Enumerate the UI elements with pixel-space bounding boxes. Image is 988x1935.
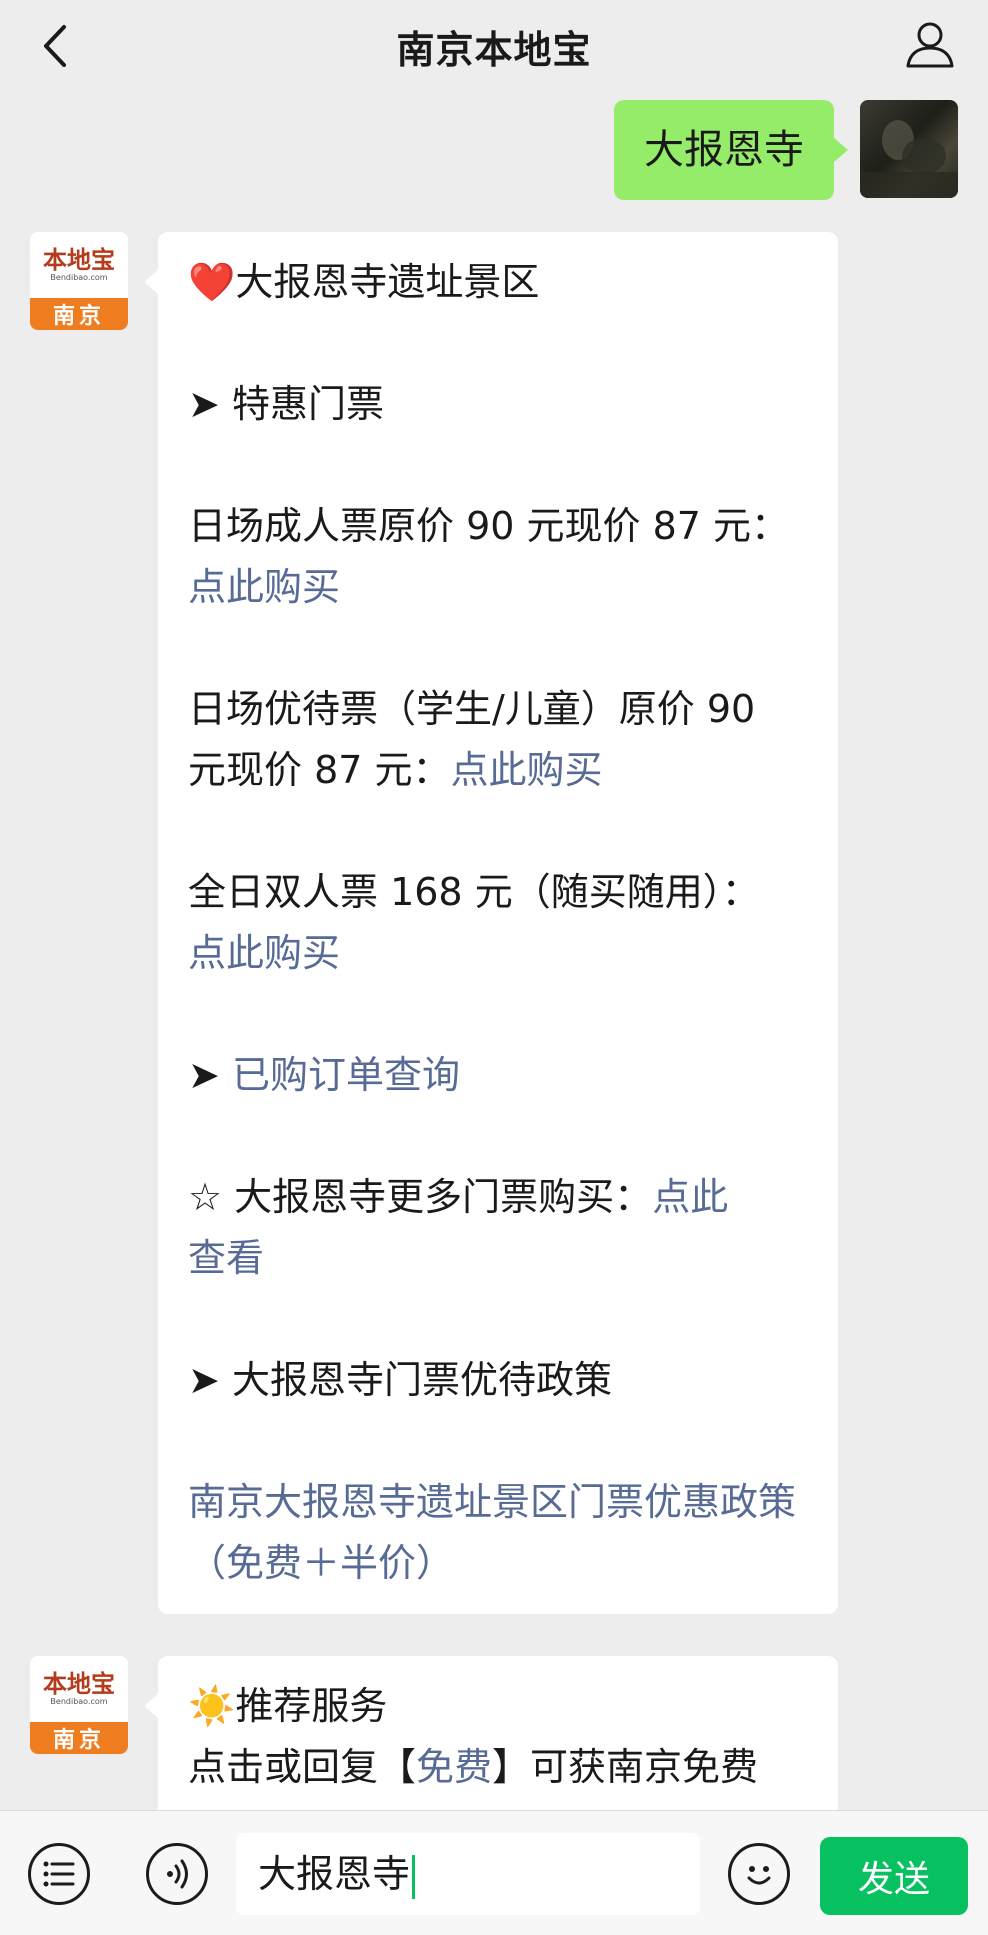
- bot-avatar[interactable]: 本地宝 Bendibao.com 南京: [30, 1656, 128, 1754]
- adult-ticket-line: 日场成人票原价 90 元现价 87 元：: [188, 496, 808, 557]
- user-avatar[interactable]: [860, 100, 958, 198]
- buy-link[interactable]: 点此购买: [188, 565, 340, 609]
- recommend-text-b: 】可获南京免费: [492, 1745, 759, 1789]
- double-ticket-line: 全日双人票 168 元（随买随用）：: [188, 862, 808, 923]
- buy-link[interactable]: 点此购买: [188, 931, 340, 975]
- message-input[interactable]: 大报恩寺: [236, 1833, 700, 1915]
- more-tickets-link[interactable]: 点此: [652, 1175, 728, 1219]
- discount-ticket-text: 日场优待票（学生/儿童）原价 90: [188, 687, 756, 731]
- incoming-message: 本地宝 Bendibao.com 南京 ❤️大报恩寺遗址景区 ➤ 特惠门票 日场…: [30, 232, 838, 1614]
- order-query-link[interactable]: 已购订单查询: [232, 1053, 460, 1097]
- voice-button[interactable]: [146, 1843, 208, 1905]
- smile-icon: [747, 1866, 771, 1885]
- text-caret: [412, 1854, 416, 1899]
- send-button[interactable]: 发送: [820, 1837, 968, 1915]
- message-title-line: ❤️大报恩寺遗址景区: [188, 252, 808, 313]
- special-tickets-label: 特惠门票: [231, 382, 384, 426]
- outgoing-message: 大报恩寺: [614, 100, 958, 200]
- adult-ticket-text: 日场成人票原价 90 元现价 87 元：: [188, 504, 790, 548]
- star-icon: ☆: [188, 1175, 223, 1219]
- policy-heading: 大报恩寺门票优待政策: [231, 1358, 612, 1402]
- user-avatar-image: [860, 120, 958, 198]
- back-button[interactable]: [30, 18, 80, 74]
- page-title: 南京本地宝: [396, 27, 592, 72]
- bot-logo-sub: Bendibao.com: [50, 273, 108, 282]
- incoming-message-2: 本地宝 Bendibao.com 南京 ☀️推荐服务 点击或回复【免费】可获南京…: [30, 1656, 838, 1810]
- sun-icon: ☀️: [188, 1684, 236, 1728]
- free-link[interactable]: 免费: [416, 1745, 492, 1789]
- recommend-title-line: ☀️推荐服务: [188, 1676, 808, 1737]
- policy-heading-line: ➤ 大报恩寺门票优待政策: [188, 1350, 808, 1411]
- emoji-button[interactable]: [728, 1843, 790, 1905]
- profile-button[interactable]: [898, 12, 962, 76]
- top-bar: 南京本地宝: [0, 0, 988, 92]
- more-tickets-text: 大报恩寺更多门票购买：: [234, 1175, 653, 1219]
- incoming-bubble-2[interactable]: ☀️推荐服务 点击或回复【免费】可获南京免费 .: [144, 1656, 838, 1810]
- order-query-line: ➤ 已购订单查询: [188, 1045, 808, 1106]
- recommend-title: 推荐服务: [235, 1684, 388, 1728]
- arrow-icon: ➤: [188, 1358, 220, 1402]
- bot-avatar[interactable]: 本地宝 Bendibao.com 南京: [30, 232, 128, 330]
- message-title: 大报恩寺遗址景区: [235, 260, 540, 304]
- more-tickets-line: ☆ 大报恩寺更多门票购买：点此: [188, 1167, 808, 1228]
- bot-logo-sub: Bendibao.com: [50, 1697, 108, 1706]
- heart-icon: ❤️: [188, 260, 236, 304]
- discount-ticket-line: 日场优待票（学生/儿童）原价 90: [188, 679, 808, 740]
- menu-button[interactable]: [28, 1843, 90, 1905]
- buy-link[interactable]: 点此购买: [451, 748, 603, 792]
- outgoing-bubble[interactable]: 大报恩寺: [614, 100, 848, 200]
- bot-logo-city: 南京: [30, 298, 128, 330]
- more-tickets-link-2[interactable]: 查看: [188, 1236, 264, 1280]
- recommend-text-line: 点击或回复【免费】可获南京免费: [188, 1737, 808, 1798]
- list-icon: [43, 1861, 75, 1887]
- incoming-bubble[interactable]: ❤️大报恩寺遗址景区 ➤ 特惠门票 日场成人票原价 90 元现价 87 元： 点…: [144, 232, 838, 1614]
- chat-area[interactable]: 大报恩寺 本地宝 Bendibao.com 南京 ❤️大报恩寺遗址景区 ➤ 特惠…: [0, 92, 988, 1810]
- recommend-text-a: 点击或回复【: [188, 1745, 417, 1789]
- voice-icon: [167, 1859, 188, 1889]
- policy-link[interactable]: 南京大报恩寺遗址景区门票优惠政策（免费＋半价）: [188, 1480, 796, 1585]
- double-ticket-text: 全日双人票 168 元（随买随用）：: [188, 870, 760, 914]
- discount-ticket-text-2: 元现价 87 元：: [188, 748, 451, 792]
- user-icon: [906, 22, 954, 68]
- chevron-left-icon: [44, 25, 66, 67]
- input-bar: 大报恩寺 发送: [0, 1810, 988, 1935]
- arrow-icon: ➤: [188, 382, 220, 426]
- arrow-icon: ➤: [188, 1053, 220, 1097]
- bot-logo-text: 本地宝: [43, 245, 115, 274]
- special-tickets-line: ➤ 特惠门票: [188, 374, 808, 435]
- bot-logo-text: 本地宝: [43, 1669, 115, 1698]
- message-input-value: 大报恩寺: [258, 1852, 411, 1896]
- bot-logo-city: 南京: [30, 1722, 128, 1754]
